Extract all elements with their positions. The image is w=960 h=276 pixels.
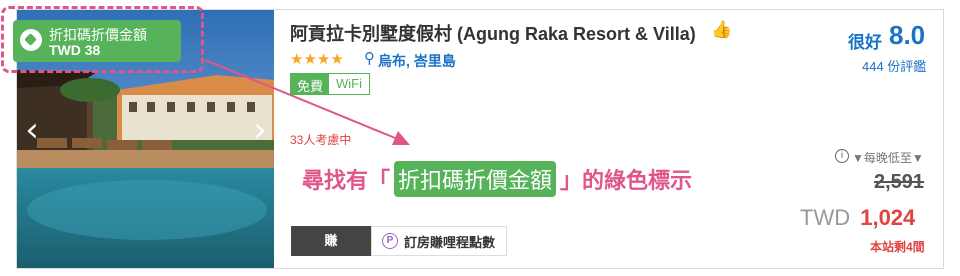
- hotel-title[interactable]: 阿貢拉卡別墅度假村 (Agung Raka Resort & Villa): [290, 20, 696, 46]
- earn-button[interactable]: 賺: [291, 226, 371, 256]
- current-price: TWD 1,024: [800, 205, 915, 231]
- amenity-tag-wifi: WiFi: [329, 74, 370, 94]
- rating-word: 很好: [848, 33, 882, 52]
- next-photo-icon[interactable]: ›: [248, 110, 272, 150]
- location-pin-icon: ⚲: [364, 49, 375, 67]
- info-icon[interactable]: i: [835, 149, 849, 163]
- rating-score: 8.0: [889, 20, 926, 50]
- price-currency: TWD: [800, 205, 851, 230]
- review-count-link[interactable]: 444 份評鑑: [862, 56, 926, 75]
- original-price: 2,591: [874, 171, 925, 193]
- viewing-count: 33人考慮中: [290, 133, 352, 147]
- thumbs-up-icon: 👍: [711, 20, 733, 40]
- hotel-location[interactable]: 烏布, 峇里島: [378, 51, 456, 71]
- hint-highlight: 折扣碼折價金額: [394, 161, 557, 197]
- hint-after: 」的綠色標示: [560, 168, 693, 193]
- amenity-tag: 免費 WiFi: [290, 73, 371, 95]
- annotation-dashed-box: [1, 6, 204, 73]
- hint-before: 尋找有「: [302, 168, 391, 193]
- rooms-left: 本站剩4間: [870, 240, 925, 254]
- points-icon: P: [382, 233, 398, 249]
- earn-points-button[interactable]: P 訂房賺哩程點數: [371, 226, 507, 256]
- star-rating: ★★★★: [290, 50, 344, 68]
- amenity-tag-free: 免費: [291, 74, 330, 94]
- annotation-hint: 尋找有「 折扣碼折價金額 」的綠色標示: [302, 161, 692, 197]
- nightly-label: ▼每晚低至▼: [852, 151, 924, 165]
- price-amount: 1,024: [860, 205, 916, 230]
- earn-points-label: 訂房賺哩程點數: [404, 234, 496, 250]
- prev-photo-icon[interactable]: ‹: [20, 110, 44, 150]
